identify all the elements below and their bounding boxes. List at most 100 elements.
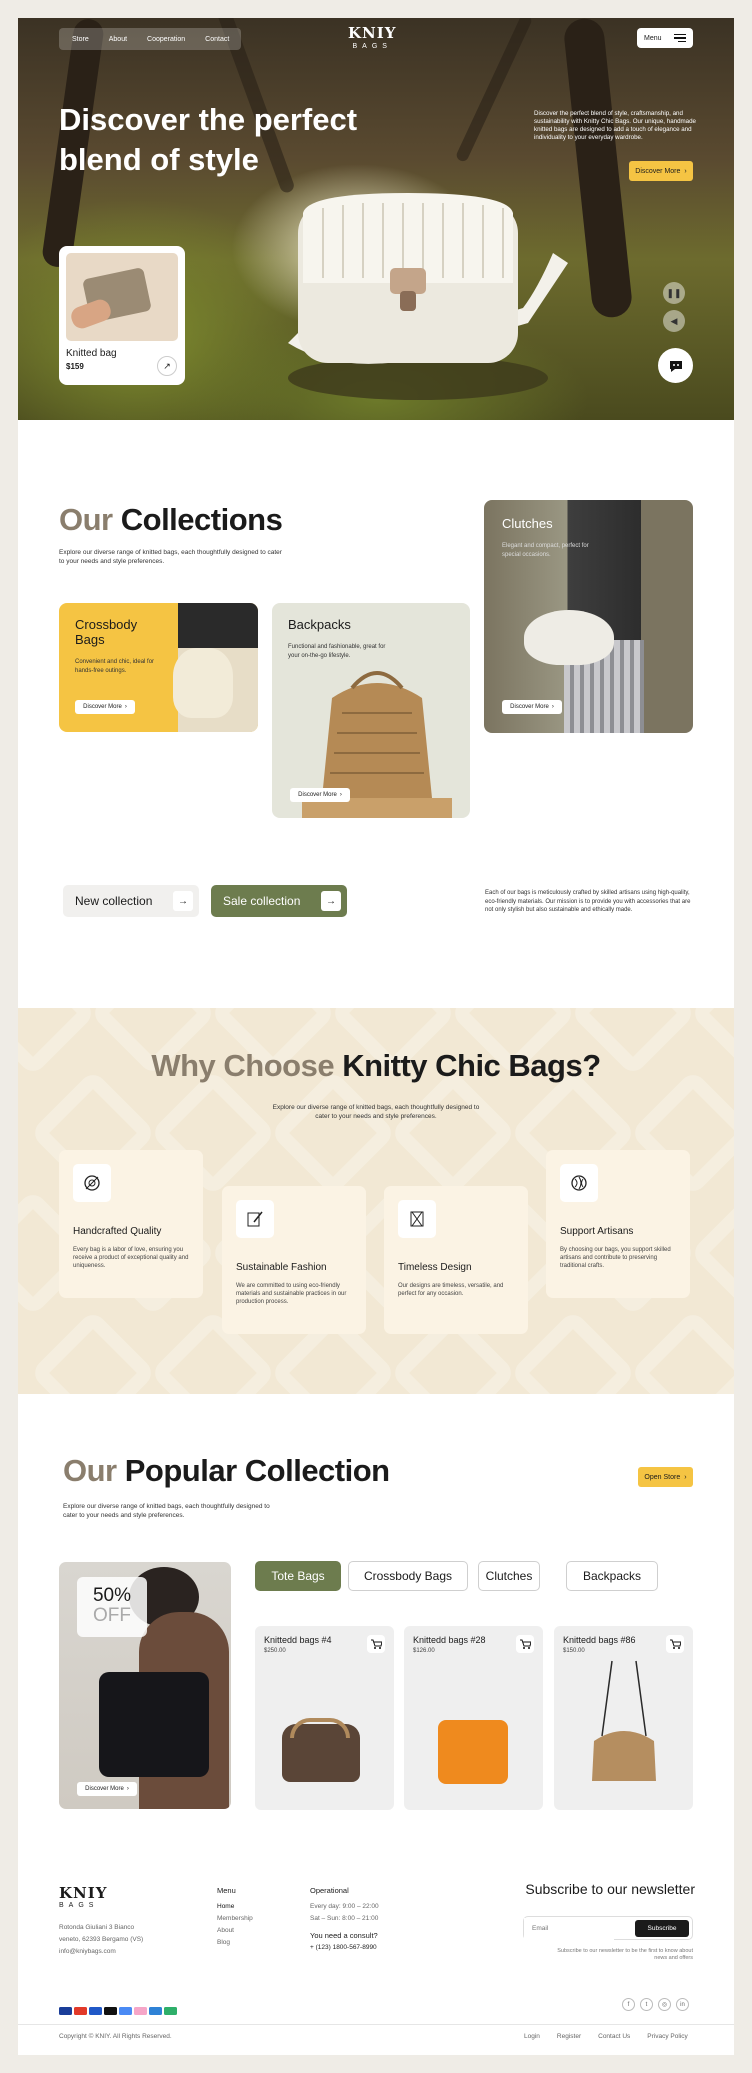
hero-description: Discover the perfect blend of style, cra… xyxy=(534,110,696,141)
new-collection-button[interactable]: New collection → xyxy=(63,885,199,917)
backpacks-discover-button[interactable]: Discover More › xyxy=(290,788,350,802)
klarna-icon xyxy=(134,2007,147,2015)
clutches-discover-label: Discover More xyxy=(510,704,549,710)
nav-contact[interactable]: Contact xyxy=(197,32,237,47)
product-card[interactable]: Knittedd bags #86 $150.00 xyxy=(554,1626,693,1810)
nav-cooperation[interactable]: Cooperation xyxy=(139,32,193,47)
popular-title: Our Popular Collection xyxy=(63,1453,390,1489)
login-link[interactable]: Login xyxy=(524,2031,540,2043)
operational-hours: Every day: 9:00 – 22:00 xyxy=(310,1903,379,1910)
footer-logo[interactable]: KNIY BAGS xyxy=(59,1884,107,1909)
tree-branch xyxy=(454,18,534,164)
menu-button[interactable]: Menu xyxy=(637,28,693,48)
facebook-icon[interactable]: f xyxy=(622,1998,635,2011)
register-link[interactable]: Register xyxy=(557,2031,581,2043)
contact-link[interactable]: Contact Us xyxy=(598,2031,630,2043)
clutches-card[interactable]: Clutches Elegant and compact, perfect fo… xyxy=(484,500,693,733)
chevron-right-icon: › xyxy=(684,1473,687,1481)
chat-icon xyxy=(669,360,682,372)
newsletter-note: Subscribe to our newsletter to be the fi… xyxy=(557,1948,693,1961)
open-store-button[interactable]: Open Store › xyxy=(638,1467,693,1487)
arrow-right-icon: → xyxy=(321,891,341,911)
tab-backpacks[interactable]: Backpacks xyxy=(566,1561,658,1591)
cart-icon[interactable] xyxy=(367,1635,385,1653)
product-image xyxy=(438,1720,508,1784)
logo[interactable]: KNIY BAGS xyxy=(348,24,396,50)
crossbody-discover-button[interactable]: Discover More › xyxy=(75,700,135,714)
pencil-icon xyxy=(236,1200,274,1238)
promo-discover-button[interactable]: Discover More › xyxy=(77,1782,137,1796)
crossbody-discover-label: Discover More xyxy=(83,704,122,710)
tab-tote-bags[interactable]: Tote Bags xyxy=(255,1561,341,1591)
collections-title: Our Collections xyxy=(59,502,283,538)
crossbody-image xyxy=(173,603,258,732)
feature-card: Sustainable Fashion We are committed to … xyxy=(222,1186,366,1334)
footer-link-membership[interactable]: Membership xyxy=(217,1913,253,1925)
nav-about[interactable]: About xyxy=(101,32,135,47)
feature-card: Support Artisans By choosing our bags, y… xyxy=(546,1150,690,1298)
apple-pay-icon xyxy=(104,2007,117,2015)
clutches-title: Clutches xyxy=(502,516,553,531)
hourglass-icon xyxy=(398,1200,436,1238)
discount-badge: 50% OFF xyxy=(77,1577,147,1637)
mastercard-icon xyxy=(74,2007,87,2015)
amex-icon xyxy=(149,2007,162,2015)
chat-button[interactable] xyxy=(658,348,693,383)
crossbody-card[interactable]: Crossbody Bags Convenient and chic, idea… xyxy=(59,603,258,732)
featured-product-image xyxy=(66,253,178,341)
instagram-icon[interactable]: ◎ xyxy=(658,1998,671,2011)
hero-discover-button[interactable]: Discover More › xyxy=(629,161,693,181)
footer-link-home[interactable]: Home xyxy=(217,1901,253,1913)
chevron-right-icon: › xyxy=(124,704,127,710)
footer-logo-mark: KNIY xyxy=(59,1884,108,1902)
promo-card[interactable]: 50% OFF Discover More › xyxy=(59,1562,231,1809)
cart-icon[interactable] xyxy=(516,1635,534,1653)
feature-title: Support Artisans xyxy=(560,1226,634,1237)
product-image xyxy=(592,1660,656,1781)
collections-description: Explore our diverse range of knitted bag… xyxy=(59,549,282,565)
open-store-label: Open Store xyxy=(644,1473,681,1481)
operational-title: Operational xyxy=(310,1886,349,1895)
email-input[interactable] xyxy=(524,1917,614,1940)
why-description: Explore our diverse range of knitted bag… xyxy=(272,1104,480,1120)
clutches-discover-button[interactable]: Discover More › xyxy=(502,700,562,714)
hero-section: Store About Cooperation Contact KNIY BAG… xyxy=(18,18,734,420)
footer-link-about[interactable]: About xyxy=(217,1925,253,1937)
why-title-muted: Why Choose xyxy=(151,1048,335,1083)
address-line: Rotonda Giuliani 3 Bianco xyxy=(59,1924,135,1931)
footer-logo-subtitle: BAGS xyxy=(59,1902,99,1909)
tab-clutches[interactable]: Clutches xyxy=(478,1561,540,1591)
product-card[interactable]: Knittedd bags #4 $250.00 xyxy=(255,1626,394,1810)
sale-collection-button[interactable]: Sale collection → xyxy=(211,885,347,917)
twitter-icon[interactable]: t xyxy=(640,1998,653,2011)
feature-title: Timeless Design xyxy=(398,1262,472,1273)
tab-crossbody-bags[interactable]: Crossbody Bags xyxy=(348,1561,468,1591)
chevron-right-icon: › xyxy=(126,1786,129,1792)
hero-bag-image xyxy=(288,193,568,400)
collections-title-muted: Our xyxy=(59,502,113,537)
volume-button[interactable]: ◀ xyxy=(663,310,685,332)
product-card[interactable]: Knittedd bags #28 $126.00 xyxy=(404,1626,543,1810)
feature-desc: We are committed to using eco-friendly m… xyxy=(236,1283,347,1305)
subscribe-button[interactable]: Subscribe xyxy=(635,1920,689,1937)
cart-icon[interactable] xyxy=(666,1635,684,1653)
featured-product-card[interactable]: Knitted bag $159 ↗ xyxy=(59,246,185,385)
pause-button[interactable]: ❚❚ xyxy=(663,282,685,304)
arrow-up-right-icon[interactable]: ↗ xyxy=(157,356,177,376)
feature-title: Sustainable Fashion xyxy=(236,1262,327,1273)
backpacks-card[interactable]: Backpacks Functional and fashionable, gr… xyxy=(272,603,470,818)
linkedin-icon[interactable]: in xyxy=(676,1998,689,2011)
footer-email[interactable]: info@kniybags.com xyxy=(59,1946,143,1958)
consult-phone[interactable]: + (123) 1800-567-8990 xyxy=(310,1942,379,1954)
speaker-icon: ◀ xyxy=(670,315,678,326)
nav-store[interactable]: Store xyxy=(64,32,97,47)
footer-link-blog[interactable]: Blog xyxy=(217,1937,253,1949)
why-title-bold: Knitty Chic Bags? xyxy=(342,1048,601,1083)
backpacks-title: Backpacks xyxy=(288,617,351,632)
footer-menu: Menu Home Membership About Blog xyxy=(217,1886,253,1949)
privacy-link[interactable]: Privacy Policy xyxy=(647,2031,687,2043)
feature-desc: Our designs are timeless, versatile, and… xyxy=(398,1283,504,1297)
crossbody-desc: Convenient and chic, ideal for hands-fre… xyxy=(75,659,155,674)
pause-icon: ❚❚ xyxy=(666,287,682,298)
feature-title: Handcrafted Quality xyxy=(73,1226,162,1237)
